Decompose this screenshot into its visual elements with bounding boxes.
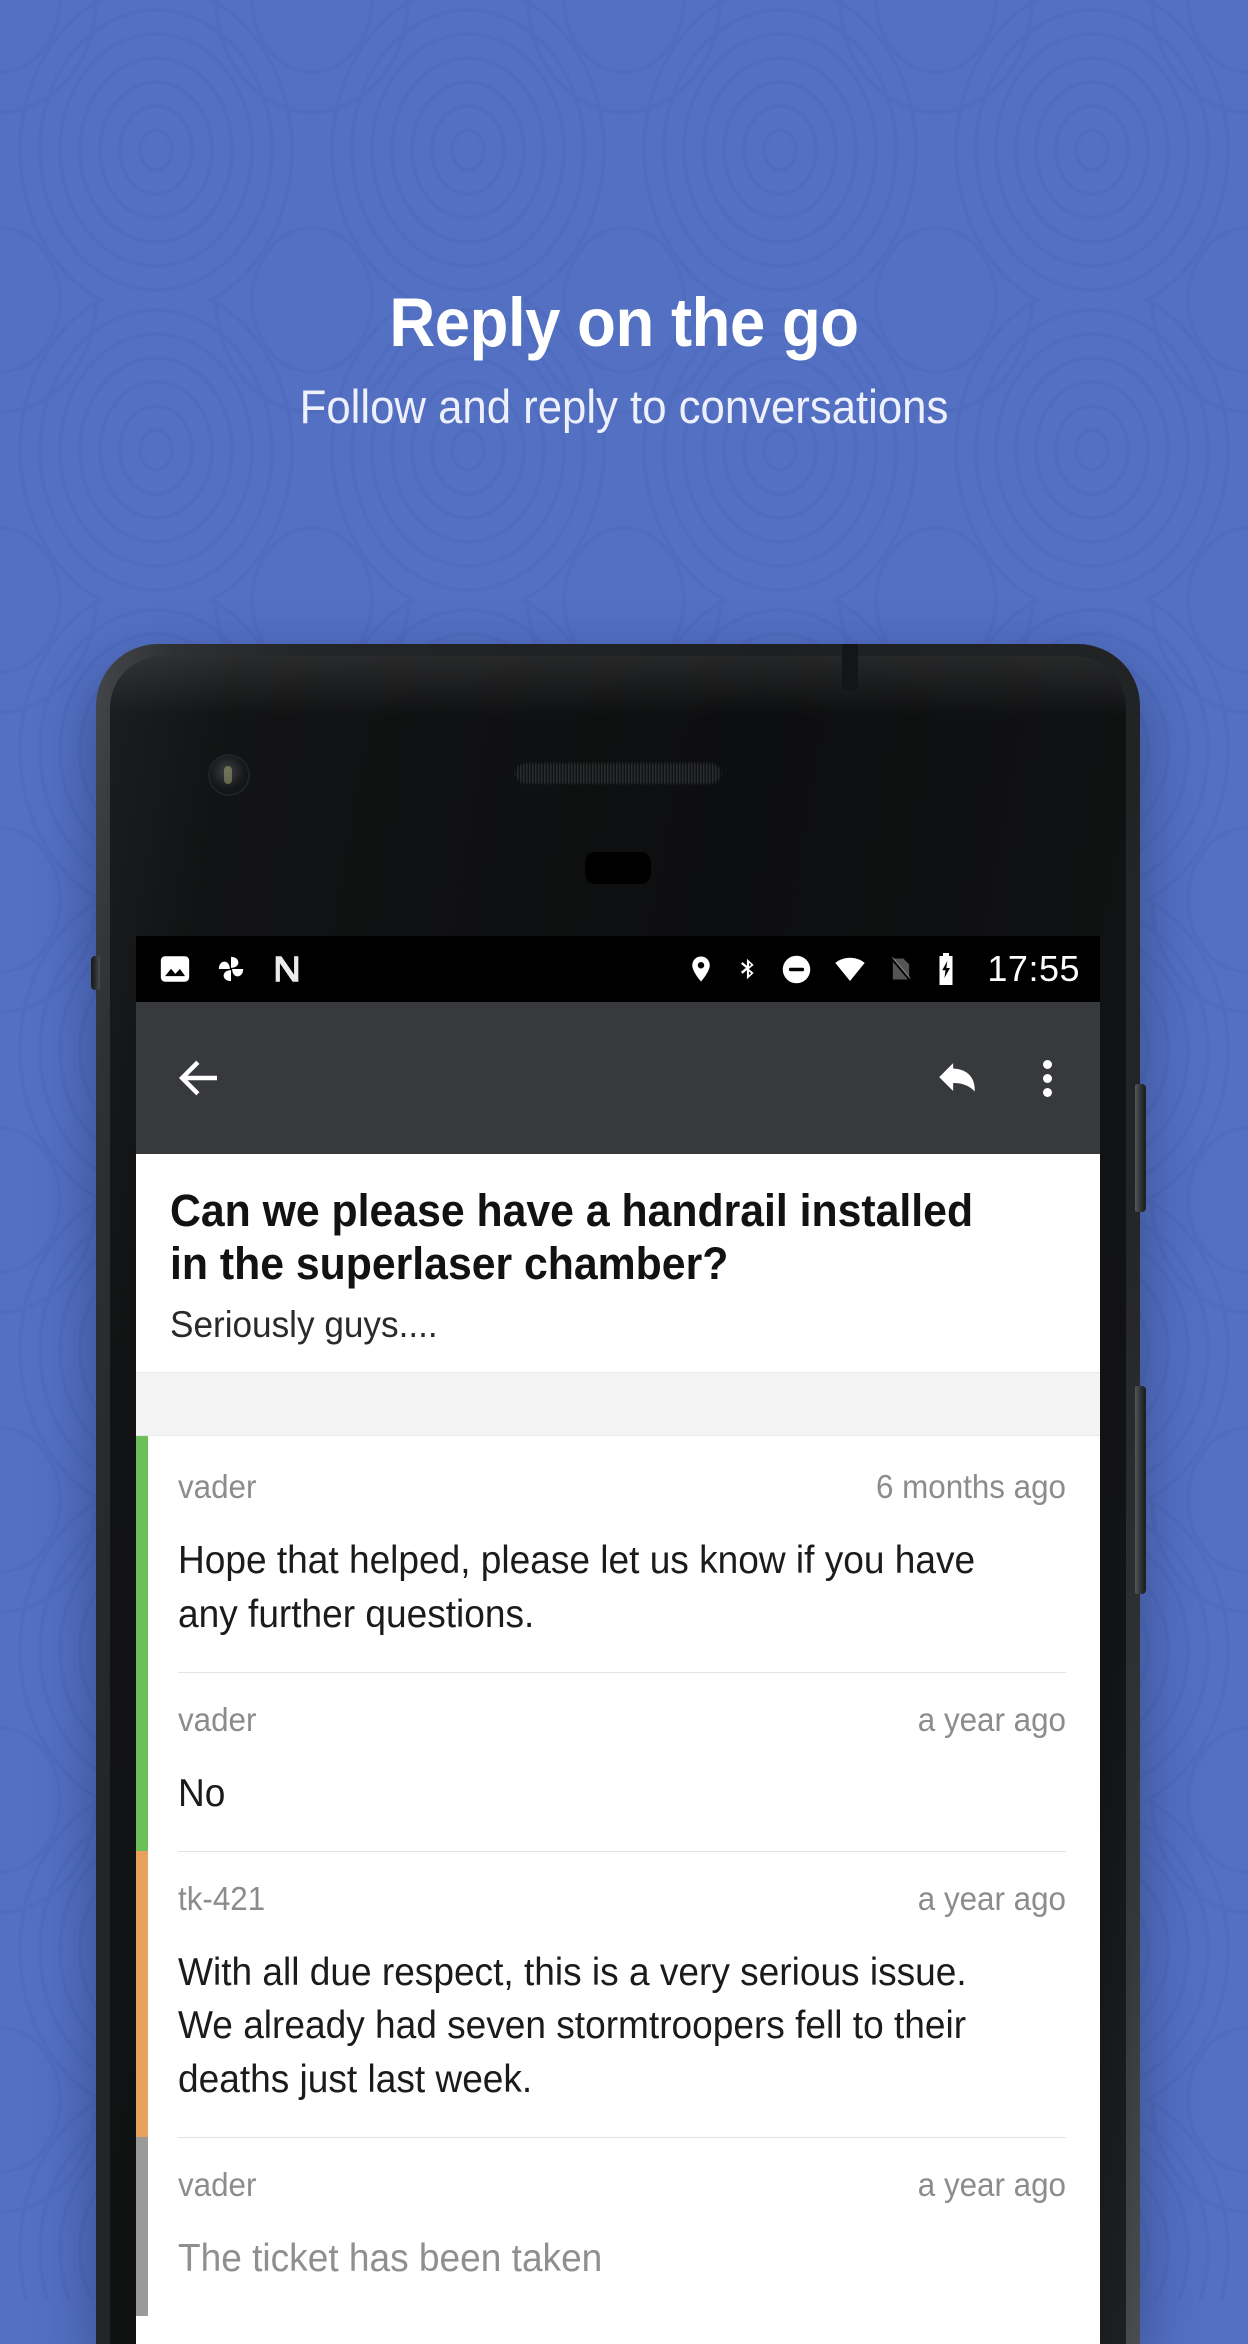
- comment-author: vader: [178, 2166, 257, 2204]
- pinwheel-icon: [218, 956, 244, 982]
- status-bar-left-icons: [158, 952, 304, 986]
- comment-accent-bar: [136, 1850, 148, 2138]
- power-button[interactable]: [1135, 1084, 1146, 1212]
- arrow-left-icon: [178, 1060, 217, 1096]
- app-bar: [136, 1002, 1100, 1154]
- wifi-icon: [835, 957, 866, 982]
- comment-timestamp: a year ago: [917, 2166, 1066, 2204]
- comment-item[interactable]: vader a year ago The ticket has been tak…: [136, 2137, 1100, 2316]
- comment-item[interactable]: vader 6 months ago Hope that helped, ple…: [136, 1436, 1100, 1672]
- comment-author: vader: [178, 1468, 257, 1506]
- more-vert-icon: [1042, 1055, 1052, 1102]
- ticket-title: Can we please have a handrail installed …: [170, 1185, 974, 1290]
- section-divider: [136, 1372, 1100, 1437]
- comment-text: With all due respect, this is a very ser…: [178, 1950, 967, 2102]
- earpiece-speaker-icon: [514, 762, 722, 785]
- status-bar-clock: 17:55: [987, 948, 1080, 989]
- page-subtitle: Follow and reply to conversations: [299, 380, 949, 433]
- back-button[interactable]: [172, 1051, 226, 1105]
- ticket-header: Can we please have a handrail installed …: [136, 1154, 1100, 1373]
- comment-text: No: [178, 1771, 226, 1815]
- phone-mockup: 17:55 Can we please have a handrail inst…: [91, 644, 1146, 2344]
- left-side-button[interactable]: [91, 956, 100, 990]
- comment-timestamp: a year ago: [917, 1879, 1066, 1917]
- status-bar: 17:55: [136, 936, 1100, 1002]
- reply-arrow-icon: [939, 1063, 975, 1092]
- do-not-disturb-icon: [783, 955, 811, 983]
- comment-text: Hope that helped, please let us know if …: [178, 1539, 976, 1636]
- comment-item[interactable]: tk-421 a year ago With all due respect, …: [136, 1850, 1100, 2138]
- comment-accent-bar: [136, 2137, 148, 2316]
- n-logo-icon: [275, 956, 299, 982]
- proximity-sensor-icon: [585, 852, 651, 884]
- front-camera-icon: [210, 756, 248, 794]
- reply-button[interactable]: [930, 1051, 988, 1105]
- comment-list: vader 6 months ago Hope that helped, ple…: [136, 1436, 1100, 2316]
- location-pin-icon: [692, 956, 711, 982]
- comment-accent-bar: [136, 1436, 148, 1672]
- volume-button[interactable]: [1135, 1386, 1146, 1594]
- no-sim-icon: [891, 956, 912, 981]
- battery-charging-icon: [939, 953, 953, 985]
- comment-text: The ticket has been taken: [178, 2237, 603, 2281]
- overflow-menu-button[interactable]: [1026, 1055, 1068, 1102]
- page-title: Reply on the go: [389, 284, 859, 361]
- comment-timestamp: 6 months ago: [876, 1468, 1066, 1506]
- promo-copy: Reply on the go Follow and reply to conv…: [0, 288, 1248, 433]
- comment-author: vader: [178, 1700, 257, 1738]
- comment-accent-bar: [136, 1671, 148, 1851]
- status-bar-right-icons: 17:55: [686, 948, 1080, 990]
- image-icon: [160, 956, 190, 982]
- comment-author: tk-421: [178, 1879, 266, 1917]
- comment-item[interactable]: vader a year ago No: [136, 1671, 1100, 1851]
- ticket-subtitle: Seriously guys....: [170, 1304, 438, 1346]
- antenna-line: [842, 644, 858, 690]
- comment-timestamp: a year ago: [917, 1700, 1066, 1738]
- bluetooth-icon: [741, 958, 755, 980]
- phone-screen: 17:55 Can we please have a handrail inst…: [136, 936, 1100, 2344]
